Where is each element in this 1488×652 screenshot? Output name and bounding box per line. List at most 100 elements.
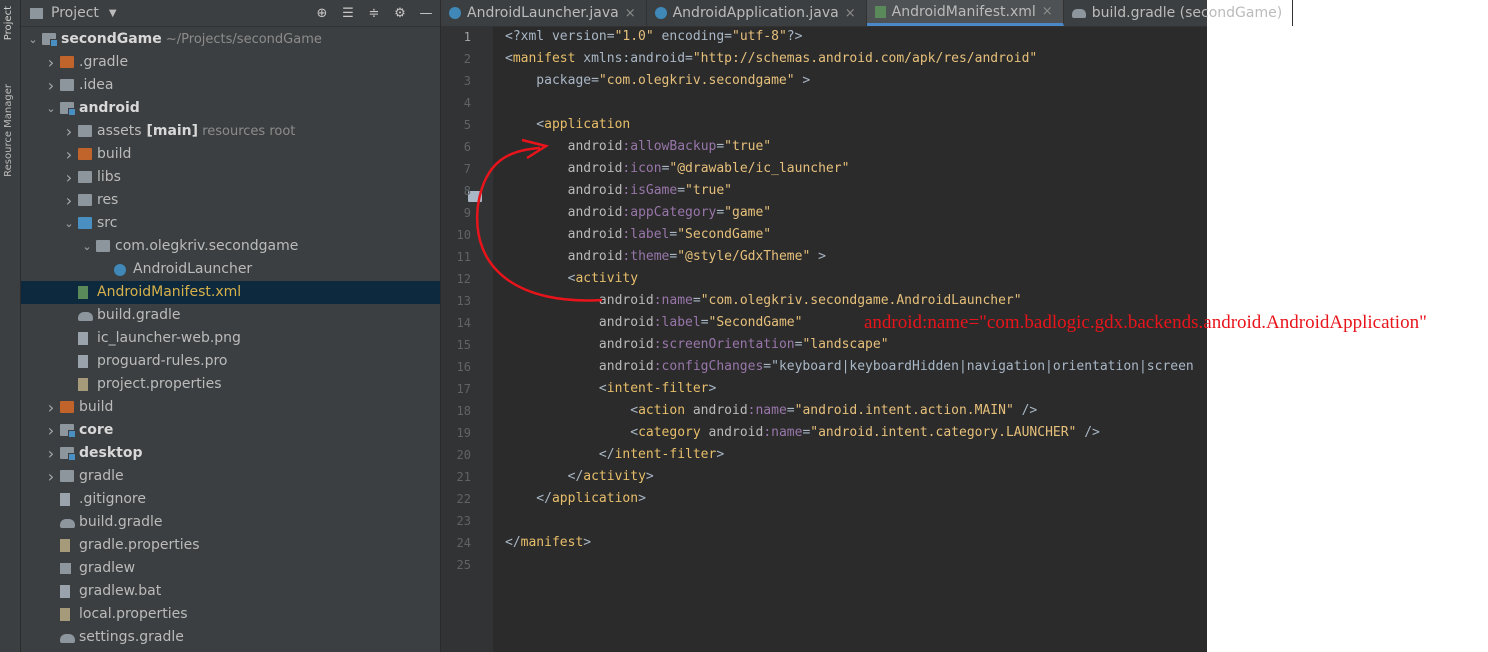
tree-item[interactable]: › build [21, 396, 440, 419]
chevron-down-icon[interactable]: ⌄ [81, 235, 93, 258]
collapse-all-icon[interactable]: ≑ [366, 6, 382, 21]
code-line[interactable]: android:screenOrientation="landscape" [505, 334, 889, 356]
tree-item[interactable]: gradle.properties [21, 534, 440, 557]
editor-tab-label: AndroidLauncher.java [467, 5, 619, 21]
close-icon[interactable]: × [845, 6, 856, 21]
code-line[interactable]: </activity> [505, 466, 654, 488]
code-line[interactable]: <?xml version="1.0" encoding="utf-8"?> [505, 26, 802, 48]
code-line[interactable]: android:label="SecondGame" [505, 224, 772, 246]
project-view-icon [30, 7, 43, 19]
chevron-right-icon[interactable]: › [45, 419, 57, 442]
code-line[interactable]: </application> [505, 488, 646, 510]
chevron-right-icon[interactable]: › [45, 74, 57, 97]
line-number: 1 [463, 30, 471, 44]
editor-tab[interactable]: AndroidApplication.java × [647, 0, 867, 26]
chevron-right-icon[interactable]: › [63, 120, 75, 143]
chevron-right-icon[interactable]: › [45, 465, 57, 488]
tree-item-name: settings.gradle [79, 629, 184, 645]
gitignore-file-icon [60, 493, 70, 506]
code-line[interactable]: android:configChanges="keyboard|keyboard… [505, 356, 1194, 378]
code-line[interactable]: <category android:name="android.intent.c… [505, 422, 1100, 444]
expand-all-icon[interactable]: ☰ [340, 6, 356, 21]
tree-item[interactable]: local.properties [21, 603, 440, 626]
tree-item-name: .idea [79, 77, 114, 93]
project-view-selector[interactable]: Project [51, 5, 99, 21]
chevron-right-icon[interactable]: › [63, 143, 75, 166]
tree-item[interactable]: .gitignore [21, 488, 440, 511]
code-line[interactable]: <activity [505, 268, 638, 290]
tree-item[interactable]: AndroidLauncher [21, 258, 440, 281]
tree-item[interactable]: › core [21, 419, 440, 442]
code-line[interactable]: </intent-filter> [505, 444, 724, 466]
chevron-down-icon[interactable]: ⌄ [27, 28, 39, 51]
tree-item[interactable]: › .gradle [21, 51, 440, 74]
code-line[interactable]: android:appCategory="game" [505, 202, 772, 224]
gradle-file-icon [60, 519, 75, 528]
tree-item[interactable]: › libs [21, 166, 440, 189]
chevron-right-icon[interactable]: › [45, 51, 57, 74]
tree-item[interactable]: › .idea [21, 74, 440, 97]
folder-source-icon [78, 217, 92, 229]
code-line[interactable]: android:theme="@style/GdxTheme" > [505, 246, 826, 268]
chevron-down-icon[interactable]: ⌄ [45, 97, 57, 120]
folder-res-icon [78, 194, 92, 206]
tree-item[interactable]: gradlew [21, 557, 440, 580]
chevron-right-icon[interactable]: › [63, 166, 75, 189]
line-number: 16 [456, 360, 471, 374]
code-line[interactable]: android:icon="@drawable/ic_launcher" [505, 158, 850, 180]
tree-item[interactable]: settings.gradle [21, 626, 440, 649]
code-line[interactable]: android:name="com.olegkriv.secondgame.An… [505, 290, 1022, 312]
tree-item-name: ic_launcher-web.png [97, 330, 241, 346]
locate-file-icon[interactable]: ⊕ [314, 6, 330, 21]
chevron-right-icon[interactable]: › [45, 396, 57, 419]
code-line[interactable]: android:isGame="true" [505, 180, 732, 202]
class-icon [449, 7, 461, 19]
minimize-icon[interactable]: — [418, 6, 434, 21]
line-number: 11 [456, 250, 471, 264]
code-line[interactable]: <application [505, 114, 630, 136]
chevron-right-icon[interactable]: › [63, 189, 75, 212]
resource-manager-tool-tab[interactable]: Resource Manager [3, 84, 14, 177]
code-line[interactable]: <action android:name="android.intent.act… [505, 400, 1037, 422]
tree-item[interactable]: ⌄ secondGame ~/Projects/secondGame [21, 28, 440, 51]
code-line[interactable]: <intent-filter> [505, 378, 716, 400]
project-tool-tab[interactable]: Project [3, 6, 14, 40]
chevron-down-icon[interactable]: ⌄ [63, 212, 75, 235]
tree-item[interactable]: project.properties [21, 373, 440, 396]
editor-tab[interactable]: AndroidLauncher.java × [441, 0, 647, 26]
line-number: 24 [456, 536, 471, 550]
gear-icon[interactable]: ⚙ [392, 6, 408, 21]
close-icon[interactable]: × [1042, 4, 1053, 19]
tree-item[interactable]: ⌄ com.olegkriv.secondgame [21, 235, 440, 258]
chevron-right-icon[interactable]: › [45, 442, 57, 465]
code-line[interactable]: <manifest xmlns:android="http://schemas.… [505, 48, 1037, 70]
editor-tab[interactable]: build.gradle (secondGame) [1064, 0, 1294, 26]
tree-item[interactable]: AndroidManifest.xml [21, 281, 440, 304]
tree-item[interactable]: › res [21, 189, 440, 212]
code-line[interactable]: android:label="SecondGame" [505, 312, 803, 334]
tree-item[interactable]: › desktop [21, 442, 440, 465]
chevron-down-icon[interactable]: ▼ [109, 8, 117, 19]
tree-item-name: libs [97, 169, 121, 185]
tree-item[interactable]: ⌄ src [21, 212, 440, 235]
tree-item[interactable]: gradlew.bat [21, 580, 440, 603]
tree-item-label: build [97, 143, 131, 166]
code-line[interactable]: package="com.olegkriv.secondgame" > [505, 70, 810, 92]
tree-item[interactable]: proguard-rules.pro [21, 350, 440, 373]
tree-item[interactable]: › build [21, 143, 440, 166]
editor-tab[interactable]: AndroidManifest.xml × [866, 0, 1064, 26]
close-icon[interactable]: × [625, 6, 636, 21]
code-line[interactable]: </manifest> [505, 532, 591, 554]
tree-item[interactable]: › gradle [21, 465, 440, 488]
tree-item[interactable]: › assets [main] resources root [21, 120, 440, 143]
code-area[interactable]: <?xml version="1.0" encoding="utf-8"?> <m… [505, 26, 1207, 652]
tree-item[interactable]: build.gradle [21, 304, 440, 327]
line-number: 2 [463, 52, 471, 66]
tree-item-label: proguard-rules.pro [97, 350, 227, 373]
line-number: 4 [463, 96, 471, 110]
tree-item[interactable]: ⌄ android [21, 97, 440, 120]
class-icon [114, 264, 126, 276]
tree-item[interactable]: build.gradle [21, 511, 440, 534]
code-line[interactable]: android:allowBackup="true" [505, 136, 772, 158]
tree-item[interactable]: ic_launcher-web.png [21, 327, 440, 350]
